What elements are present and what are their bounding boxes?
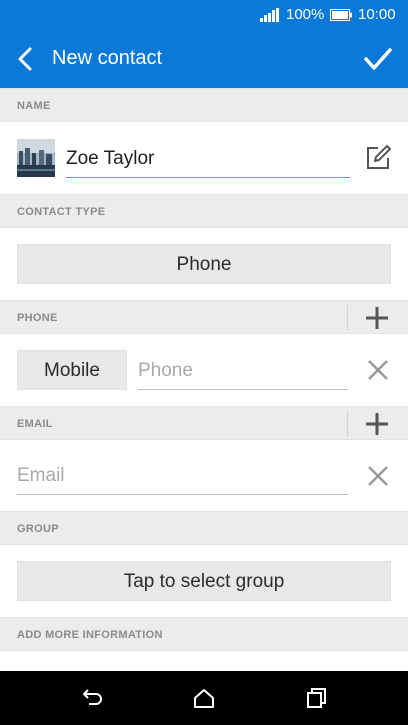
section-header-add-more[interactable]: ADD MORE INFORMATION <box>0 617 408 651</box>
plus-icon[interactable] <box>364 412 390 436</box>
select-group-button[interactable]: Tap to select group <box>17 561 391 601</box>
section-header-name: NAME <box>0 88 408 122</box>
header-divider <box>347 411 348 437</box>
section-header-group: GROUP <box>0 511 408 545</box>
avatar-photo-icon <box>17 139 55 177</box>
email-input[interactable]: Email <box>17 459 348 495</box>
phone-type-button[interactable]: Mobile <box>17 350 127 390</box>
avatar[interactable] <box>17 139 55 177</box>
clock: 10:00 <box>358 6 396 23</box>
section-label-group: GROUP <box>17 523 59 535</box>
navigation-bar <box>0 671 408 725</box>
checkmark-icon[interactable] <box>362 43 394 75</box>
app-bar: New contact <box>0 30 408 88</box>
back-icon[interactable] <box>80 686 104 710</box>
name-input[interactable]: Zoe Taylor <box>66 142 350 178</box>
edit-icon[interactable] <box>364 144 392 172</box>
section-label-name: NAME <box>17 100 51 112</box>
battery-icon <box>330 9 352 21</box>
section-label-email: EMAIL <box>17 418 53 430</box>
section-label-phone: PHONE <box>17 312 58 324</box>
page-title: New contact <box>52 47 163 69</box>
back-arrow-icon[interactable] <box>14 46 38 72</box>
section-header-phone: PHONE <box>0 300 408 334</box>
header-divider <box>347 305 348 331</box>
signal-icon <box>260 8 279 22</box>
close-icon[interactable] <box>366 358 390 382</box>
phone-input[interactable]: Phone <box>138 354 348 390</box>
contact-type-button[interactable]: Phone <box>17 244 391 284</box>
section-label-add-more: ADD MORE INFORMATION <box>17 629 163 641</box>
battery-percent: 100% <box>286 6 325 23</box>
recents-icon[interactable] <box>305 686 329 710</box>
plus-icon[interactable] <box>364 306 390 330</box>
home-icon[interactable] <box>192 686 216 710</box>
status-bar: 100% 10:00 <box>0 0 408 30</box>
close-icon[interactable] <box>366 464 390 488</box>
section-header-email: EMAIL <box>0 406 408 440</box>
section-header-contact-type: CONTACT TYPE <box>0 194 408 228</box>
section-label-contact-type: CONTACT TYPE <box>17 206 106 218</box>
